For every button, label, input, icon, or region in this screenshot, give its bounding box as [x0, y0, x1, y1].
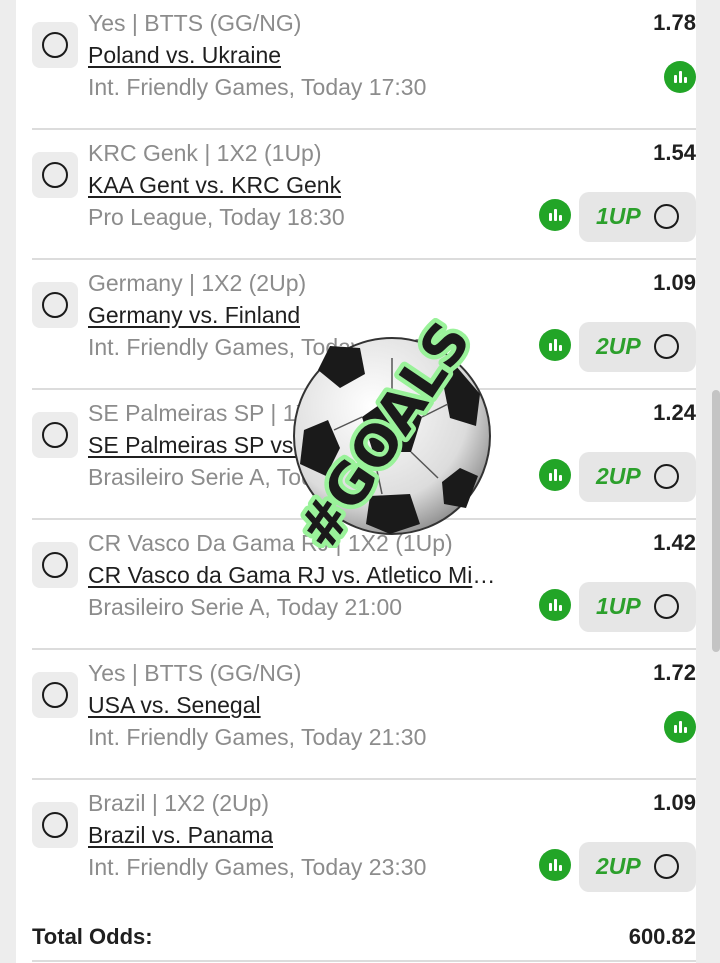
select-bet-radio[interactable]	[32, 802, 78, 848]
select-bet-radio[interactable]	[32, 22, 78, 68]
stats-icon[interactable]	[539, 589, 571, 621]
radio-circle-icon	[42, 32, 68, 58]
row-divider	[32, 960, 696, 962]
boost-toggle-button[interactable]: 2UP	[579, 842, 696, 892]
radio-circle-icon	[42, 292, 68, 318]
bet-row: Yes | BTTS (GG/NG) Poland vs. Ukraine In…	[32, 0, 696, 130]
bet-selection: Germany | 1X2 (2Up)	[88, 270, 307, 296]
competition-time: Int. Friendly Games, Today 17:30	[88, 74, 427, 100]
match-link[interactable]: Germany vs. Finland	[88, 302, 300, 329]
stats-icon[interactable]	[664, 61, 696, 93]
radio-circle-icon	[654, 854, 679, 879]
match-link[interactable]: KAA Gent vs. KRC Genk	[88, 172, 341, 199]
bet-row: Brazil | 1X2 (2Up) Brazil vs. Panama Int…	[32, 780, 696, 910]
select-bet-radio[interactable]	[32, 542, 78, 588]
total-odds-label: Total Odds:	[32, 924, 153, 949]
odds-value: 1.09	[653, 270, 696, 295]
select-bet-radio[interactable]	[32, 282, 78, 328]
match-link[interactable]: Brazil vs. Panama	[88, 822, 273, 849]
radio-circle-icon	[42, 422, 68, 448]
total-odds-value: 600.82	[628, 924, 696, 949]
boost-label: 1UP	[596, 203, 641, 229]
boost-label: 1UP	[596, 593, 641, 619]
bet-selection: KRC Genk | 1X2 (1Up)	[88, 140, 322, 166]
select-bet-radio[interactable]	[32, 412, 78, 458]
bet-selection: Yes | BTTS (GG/NG)	[88, 10, 302, 36]
radio-circle-icon	[42, 812, 68, 838]
competition-time: Pro League, Today 18:30	[88, 204, 345, 230]
match-link[interactable]: Poland vs. Ukraine	[88, 42, 281, 69]
radio-circle-icon	[42, 552, 68, 578]
stats-icon[interactable]	[664, 711, 696, 743]
competition-time: Brasileiro Serie A, Today 21:00	[88, 594, 403, 620]
bet-selection: Yes | BTTS (GG/NG)	[88, 660, 302, 686]
competition-time: Int. Friendly Games, Today 23:30	[88, 854, 427, 880]
bet-selection: Brazil | 1X2 (2Up)	[88, 790, 270, 816]
radio-circle-icon	[42, 162, 68, 188]
odds-value: 1.78	[653, 10, 696, 35]
boost-toggle-button[interactable]: 1UP	[579, 582, 696, 632]
boost-toggle-button[interactable]: 1UP	[579, 192, 696, 242]
radio-circle-icon	[654, 464, 679, 489]
radio-circle-icon	[654, 334, 679, 359]
stats-icon[interactable]	[539, 199, 571, 231]
select-bet-radio[interactable]	[32, 152, 78, 198]
radio-circle-icon	[654, 594, 679, 619]
stats-icon[interactable]	[539, 329, 571, 361]
bet-row: KRC Genk | 1X2 (1Up) KAA Gent vs. KRC Ge…	[32, 130, 696, 260]
competition-time: Int. Friendly Games, Today 21:30	[88, 724, 427, 750]
odds-value: 1.42	[653, 530, 696, 555]
boost-toggle-button[interactable]: 2UP	[579, 322, 696, 372]
boost-toggle-button[interactable]: 2UP	[579, 452, 696, 502]
odds-value: 1.72	[653, 660, 696, 685]
boost-label: 2UP	[596, 333, 641, 359]
goals-sticker: #GOALS	[281, 318, 491, 548]
stats-icon[interactable]	[539, 459, 571, 491]
match-link[interactable]: CR Vasco da Gama RJ vs. Atletico Mineiro	[88, 562, 500, 589]
select-bet-radio[interactable]	[32, 672, 78, 718]
radio-circle-icon	[42, 682, 68, 708]
odds-value: 1.54	[653, 140, 696, 165]
radio-circle-icon	[654, 204, 679, 229]
scrollbar[interactable]	[712, 390, 720, 652]
bet-row: Yes | BTTS (GG/NG) USA vs. Senegal Int. …	[32, 650, 696, 780]
match-link[interactable]: USA vs. Senegal	[88, 692, 261, 719]
total-odds-row: Total Odds: 600.82	[32, 922, 696, 962]
odds-value: 1.09	[653, 790, 696, 815]
boost-label: 2UP	[596, 463, 641, 489]
odds-value: 1.24	[653, 400, 696, 425]
stats-icon[interactable]	[539, 849, 571, 881]
boost-label: 2UP	[596, 853, 641, 879]
